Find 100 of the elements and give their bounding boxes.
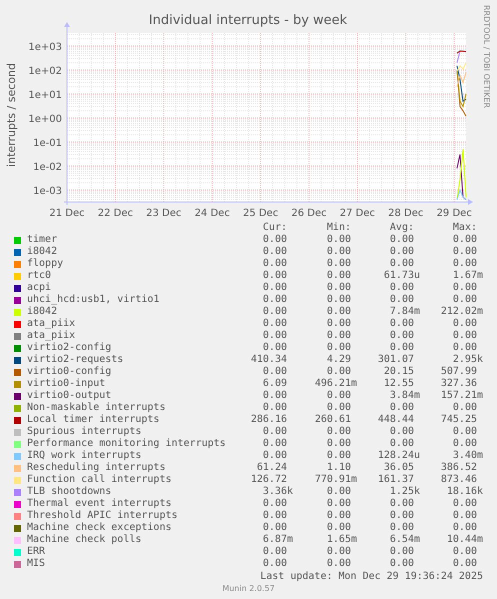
stat-value: 4.29 xyxy=(326,354,352,366)
stat-value: 0.00 xyxy=(452,234,478,246)
series-name: virtio0-input xyxy=(27,378,106,390)
stat-value: 496.21m xyxy=(314,378,357,390)
stat-value: 20.15 xyxy=(382,366,415,378)
stat-value: 0.00 xyxy=(452,258,478,270)
stat-value: 0.00 xyxy=(326,270,352,282)
stat-value: 0.00 xyxy=(452,294,478,306)
series-name: timer xyxy=(27,234,58,246)
stat-value: 0.00 xyxy=(452,438,478,450)
stat-value: 0.00 xyxy=(262,342,288,354)
series-name: acpi xyxy=(27,282,52,294)
stat-value: 0.00 xyxy=(326,558,352,570)
stat-value: 0.00 xyxy=(326,510,352,522)
stat-value: 0.00 xyxy=(262,498,288,510)
stat-value: 0.00 xyxy=(326,450,352,462)
stat-value: 0.00 xyxy=(262,306,288,318)
version-text: Munin 2.0.57 xyxy=(221,584,276,593)
stat-value: 36.05 xyxy=(382,462,415,474)
stat-value: 1.10 xyxy=(326,462,352,474)
series-name: Machine check polls xyxy=(27,534,142,546)
stat-value: 0.00 xyxy=(262,558,288,570)
stat-value: 0.00 xyxy=(452,330,478,342)
stat-value: 18.16k xyxy=(446,486,483,498)
stat-value: 0.00 xyxy=(452,498,478,510)
stat-value: 0.00 xyxy=(262,426,288,438)
stat-value: 0.00 xyxy=(262,234,288,246)
series-name: floppy xyxy=(27,258,64,270)
stat-value: 0.00 xyxy=(388,318,415,330)
y-tick-label: 1e-02 xyxy=(33,162,62,173)
stat-value: 0.00 xyxy=(326,438,352,450)
column-header: Avg: xyxy=(388,222,415,234)
stat-value: 507.99 xyxy=(440,366,478,378)
stat-value: 0.00 xyxy=(262,522,288,534)
stat-value: 1.65m xyxy=(326,534,357,546)
series-name: ERR xyxy=(27,546,46,558)
stat-value: 0.00 xyxy=(326,318,352,330)
stat-value: 0.00 xyxy=(452,342,478,354)
stat-value: 260.61 xyxy=(314,414,352,426)
stat-value: 0.00 xyxy=(388,342,415,354)
stat-value: 0.00 xyxy=(326,366,352,378)
column-header: Max: xyxy=(452,222,478,234)
stat-value: 6.09 xyxy=(262,378,288,390)
stat-value: 0.00 xyxy=(452,318,478,330)
y-tick-label: 1e+00 xyxy=(28,114,62,125)
column-header: Min: xyxy=(326,222,352,234)
series-name: virtio2-config xyxy=(27,342,112,354)
series-name: virtio2-requests xyxy=(27,354,124,366)
stat-value: 126.72 xyxy=(250,474,288,486)
stat-value: 0.00 xyxy=(326,486,352,498)
stat-value: 0.00 xyxy=(388,546,415,558)
series-name: Performance monitoring interrupts xyxy=(27,438,227,450)
stat-value: 0.00 xyxy=(452,510,478,522)
stat-value: 0.00 xyxy=(326,390,352,402)
series-name: IRQ work interrupts xyxy=(27,450,142,462)
stat-value: 0.00 xyxy=(388,282,415,294)
x-tick-label: 27 Dec xyxy=(340,208,376,219)
stat-value: 0.00 xyxy=(452,546,478,558)
stat-value: 0.00 xyxy=(262,546,288,558)
series-name: Threshold APIC interrupts xyxy=(27,510,179,522)
stat-value: 3.40m xyxy=(452,450,483,462)
series-name: Thermal event interrupts xyxy=(27,498,172,510)
stat-value: 0.00 xyxy=(262,390,288,402)
stat-value: 0.00 xyxy=(326,426,352,438)
stat-value: 0.00 xyxy=(262,282,288,294)
stat-value: 745.25 xyxy=(440,414,478,426)
series-name: TLB shootdowns xyxy=(27,486,112,498)
stat-value: 873.46 xyxy=(440,474,478,486)
stat-value: 0.00 xyxy=(326,258,352,270)
stat-value: 0.00 xyxy=(452,426,478,438)
x-tick-label: 28 Dec xyxy=(388,208,424,219)
stat-value: 386.52 xyxy=(440,462,478,474)
stat-value: 327.36 xyxy=(440,378,478,390)
stat-value: 128.24u xyxy=(376,450,420,462)
x-tick-label: 29 Dec xyxy=(436,208,472,219)
series-name: i8042 xyxy=(27,246,58,258)
y-axis-label: interrupts / second xyxy=(5,63,18,167)
stat-value: 0.00 xyxy=(326,282,352,294)
stat-value: 0.00 xyxy=(388,438,415,450)
stat-value: 0.00 xyxy=(388,402,415,414)
stat-value: 0.00 xyxy=(452,558,478,570)
stat-value: 0.00 xyxy=(326,522,352,534)
series-name: Function call interrupts xyxy=(27,474,172,486)
series-name: uhci_hcd:usb1, virtio1 xyxy=(27,294,160,306)
stat-value: 1.25k xyxy=(388,486,420,498)
stat-value: 0.00 xyxy=(452,522,478,534)
series-name: rtc0 xyxy=(27,270,52,282)
stat-value: 0.00 xyxy=(326,402,352,414)
stat-value: 0.00 xyxy=(388,294,415,306)
series-name: i8042 xyxy=(27,306,58,318)
stat-value: 448.44 xyxy=(376,414,415,426)
chart-title: Individual interrupts - by week xyxy=(148,13,348,28)
credit-text: RRDTOOL / TOBI OETIKER xyxy=(482,5,491,108)
x-tick-label: 23 Dec xyxy=(146,208,182,219)
y-tick-label: 1e+03 xyxy=(28,42,62,53)
stat-value: 2.95k xyxy=(452,354,483,366)
stat-value: 0.00 xyxy=(326,234,352,246)
series-name: Machine check exceptions xyxy=(27,522,172,534)
x-tick-label: 26 Dec xyxy=(291,208,327,219)
x-tick-label: 21 Dec xyxy=(49,208,85,219)
